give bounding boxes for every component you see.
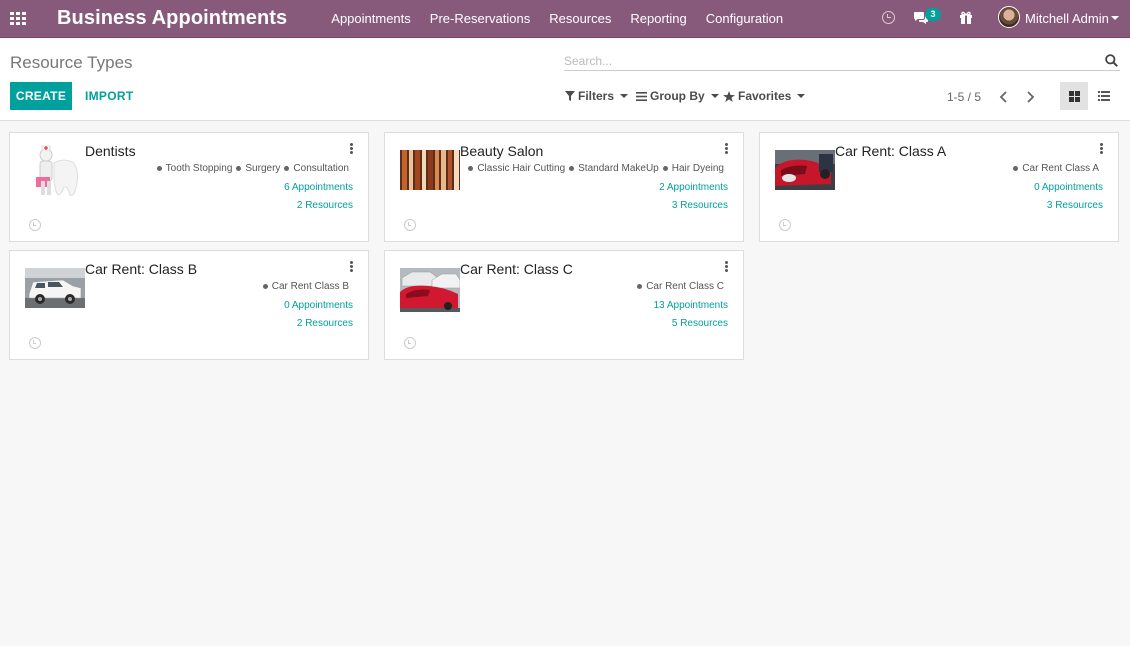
card-menu-icon[interactable]	[725, 143, 729, 155]
tag: Standard MakeUp	[569, 163, 659, 174]
appointments-link[interactable]: 0 Appointments	[1034, 182, 1103, 193]
kanban-view-button[interactable]	[1060, 82, 1088, 110]
activity-clock-icon[interactable]	[29, 219, 41, 231]
groupby-dropdown[interactable]: Group By	[636, 89, 719, 103]
search-icon[interactable]	[1105, 54, 1118, 67]
apps-menu-icon[interactable]	[10, 12, 26, 25]
star-icon	[723, 90, 735, 102]
activity-clock-icon[interactable]	[29, 337, 41, 349]
gift-icon[interactable]	[959, 11, 973, 25]
card-title[interactable]: Car Rent: Class A	[835, 143, 946, 159]
tag: Consultation	[284, 163, 349, 174]
activities-clock-icon[interactable]	[882, 11, 895, 24]
resources-link[interactable]: 2 Resources	[297, 200, 353, 211]
tag-list: Car Rent Class A	[1009, 163, 1099, 174]
pager-value[interactable]: 1-5 / 5	[947, 90, 981, 104]
create-button[interactable]: CREATE	[10, 82, 72, 110]
resources-link[interactable]: 5 Resources	[672, 318, 728, 329]
import-button[interactable]: IMPORT	[80, 82, 138, 110]
white-suv-photo	[25, 268, 85, 308]
kanban-grid-icon	[1068, 90, 1080, 102]
favorites-label: Favorites	[738, 89, 792, 103]
card-menu-icon[interactable]	[350, 143, 354, 155]
menu-configuration[interactable]: Configuration	[706, 11, 783, 26]
red-car-photo	[775, 150, 835, 190]
tag: Car Rent Class C	[637, 281, 724, 292]
tag: Car Rent Class B	[263, 281, 349, 292]
activity-clock-icon[interactable]	[404, 337, 416, 349]
tag-list: Car Rent Class B	[259, 281, 349, 292]
tag-list: Classic Hair Cutting Standard MakeUp Hai…	[464, 163, 724, 174]
resources-link[interactable]: 3 Resources	[672, 200, 728, 211]
list-icon	[1098, 91, 1110, 101]
filters-caret-icon	[620, 94, 629, 98]
activity-clock-icon[interactable]	[404, 219, 416, 231]
search-bar	[564, 51, 1120, 71]
kanban-card[interactable]: Car Rent: Class B Car Rent Class B 0 App…	[9, 250, 369, 360]
favorites-dropdown[interactable]: Favorites	[723, 89, 806, 103]
resources-link[interactable]: 2 Resources	[297, 318, 353, 329]
menu-resources[interactable]: Resources	[549, 11, 611, 26]
filters-label: Filters	[578, 89, 615, 103]
menu-pre-reservations[interactable]: Pre-Reservations	[430, 11, 530, 26]
app-brand[interactable]: Business Appointments	[57, 7, 287, 30]
kanban-card[interactable]: Beauty Salon Classic Hair Cutting Standa…	[384, 132, 744, 242]
dentist-tooth-icon	[24, 143, 84, 199]
list-view-button[interactable]	[1090, 82, 1118, 110]
menu-appointments[interactable]: Appointments	[331, 11, 411, 26]
groupby-label: Group By	[650, 89, 705, 103]
messages-count-badge: 3	[925, 8, 941, 21]
user-avatar[interactable]	[998, 6, 1020, 28]
appointments-link[interactable]: 2 Appointments	[659, 182, 728, 193]
tag: Classic Hair Cutting	[468, 163, 565, 174]
group-by-icon	[636, 91, 647, 101]
red-cars-lot-photo	[400, 268, 460, 312]
user-menu-name[interactable]: Mitchell Admin	[1025, 11, 1109, 26]
pager-next-icon[interactable]	[1024, 90, 1036, 104]
tag: Hair Dyeing	[663, 163, 724, 174]
tag-list: Car Rent Class C	[633, 281, 724, 292]
menu-reporting[interactable]: Reporting	[630, 11, 686, 26]
appointments-link[interactable]: 6 Appointments	[284, 182, 353, 193]
search-input[interactable]	[564, 51, 1094, 70]
card-title[interactable]: Car Rent: Class C	[460, 261, 573, 277]
appointments-link[interactable]: 13 Appointments	[654, 300, 729, 311]
filters-dropdown[interactable]: Filters	[565, 89, 629, 103]
kanban-card[interactable]: Dentists Tooth Stopping Surgery Consulta…	[9, 132, 369, 242]
control-panel: Resource Types CREATE IMPORT Filters Gro…	[0, 39, 1130, 121]
kanban-card[interactable]: Car Rent: Class C Car Rent Class C 13 Ap…	[384, 250, 744, 360]
page-title: Resource Types	[10, 53, 133, 72]
favorites-caret-icon	[797, 94, 806, 98]
user-menu-caret-icon[interactable]	[1111, 16, 1119, 20]
tag: Car Rent Class A	[1013, 163, 1099, 174]
card-menu-icon[interactable]	[1100, 143, 1104, 155]
card-menu-icon[interactable]	[725, 261, 729, 273]
activity-clock-icon[interactable]	[779, 219, 791, 231]
main-menu: Appointments Pre-Reservations Resources …	[331, 11, 802, 26]
hair-salon-photo	[400, 150, 460, 190]
kanban-card[interactable]: Car Rent: Class A Car Rent Class A 0 App…	[759, 132, 1119, 242]
resources-link[interactable]: 3 Resources	[1047, 200, 1103, 211]
card-title[interactable]: Beauty Salon	[460, 143, 543, 159]
tag: Surgery	[236, 163, 280, 174]
filter-icon	[565, 91, 575, 101]
appointments-link[interactable]: 0 Appointments	[284, 300, 353, 311]
card-title[interactable]: Car Rent: Class B	[85, 261, 197, 277]
tag: Tooth Stopping	[157, 163, 233, 174]
card-title[interactable]: Dentists	[85, 143, 136, 159]
card-menu-icon[interactable]	[350, 261, 354, 273]
pager-previous-icon[interactable]	[998, 90, 1010, 104]
groupby-caret-icon	[710, 94, 719, 98]
tag-list: Tooth Stopping Surgery Consultation	[153, 163, 349, 174]
